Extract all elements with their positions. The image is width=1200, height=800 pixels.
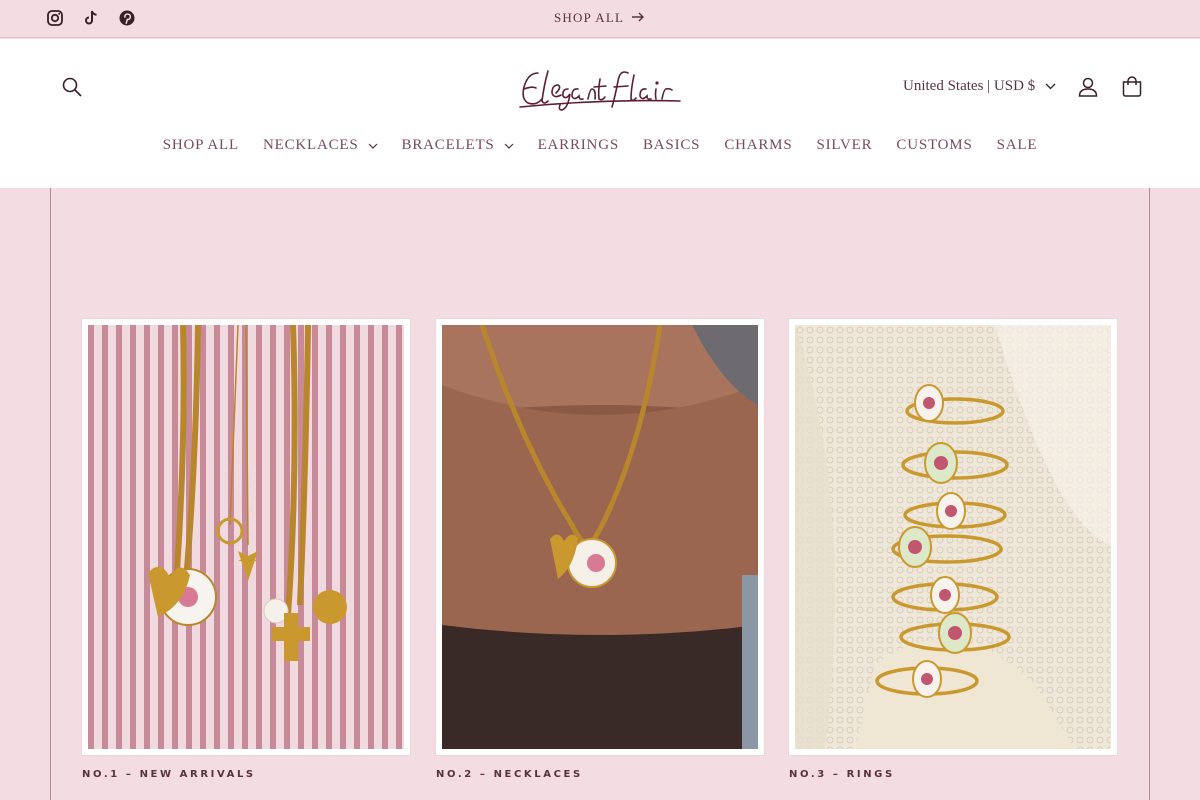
social-links bbox=[46, 9, 136, 27]
brand-logo[interactable] bbox=[510, 63, 690, 115]
collection-card-rings[interactable]: NO.3 – RINGS bbox=[789, 319, 1117, 780]
account-icon[interactable] bbox=[1076, 75, 1100, 99]
collection-card-new-arrivals[interactable]: NO.1 – NEW ARRIVALS bbox=[82, 319, 410, 780]
nav-item-label: BASICS bbox=[642, 137, 701, 153]
nav-item-label: BRACELETS bbox=[401, 137, 495, 153]
nav-item-label: CUSTOMS bbox=[896, 137, 973, 153]
rings-image bbox=[795, 325, 1111, 749]
nav-item-label: CHARMS bbox=[724, 137, 793, 153]
nav-item-label: SALE bbox=[996, 137, 1038, 153]
collection-image-frame bbox=[789, 319, 1117, 755]
nav-item-necklaces[interactable]: NECKLACES bbox=[263, 137, 378, 154]
collection-caption: NO.2 – NECKLACES bbox=[436, 769, 583, 780]
site-header: United States | USD $ SHOP ALL NECKLACES… bbox=[0, 39, 1200, 188]
nav-item-label: NECKLACES bbox=[262, 137, 359, 153]
nav-item-earrings[interactable]: EARRINGS bbox=[538, 137, 619, 154]
arrow-right-icon bbox=[632, 10, 645, 26]
announcement-shop-all-link[interactable]: SHOP ALL bbox=[554, 10, 645, 26]
collection-caption: NO.1 – NEW ARRIVALS bbox=[82, 769, 256, 780]
chevron-down-icon bbox=[1045, 78, 1056, 95]
nav-item-customs[interactable]: CUSTOMS bbox=[896, 137, 972, 154]
country-currency-selector[interactable]: United States | USD $ bbox=[903, 78, 1056, 95]
nav-item-sale[interactable]: SALE bbox=[997, 137, 1038, 154]
collection-image-frame bbox=[82, 319, 410, 755]
tiktok-icon[interactable] bbox=[82, 9, 100, 27]
new-arrivals-image bbox=[88, 324, 404, 749]
search-icon[interactable] bbox=[60, 75, 84, 99]
announcement-link-label: SHOP ALL bbox=[554, 10, 625, 25]
chevron-down-icon bbox=[504, 143, 513, 149]
nav-item-charms[interactable]: CHARMS bbox=[724, 137, 792, 154]
nav-item-shop-all[interactable]: SHOP ALL bbox=[163, 137, 239, 154]
nav-item-silver[interactable]: SILVER bbox=[816, 137, 872, 154]
nav-item-bracelets[interactable]: BRACELETS bbox=[402, 137, 514, 154]
collection-image-frame bbox=[436, 319, 764, 755]
country-currency-label: United States | USD $ bbox=[903, 78, 1036, 94]
nav-item-label: SILVER bbox=[816, 137, 873, 153]
pinterest-icon[interactable] bbox=[118, 9, 136, 27]
chevron-down-icon bbox=[368, 143, 377, 149]
collection-caption: NO.3 – RINGS bbox=[789, 769, 895, 780]
cart-icon[interactable] bbox=[1120, 75, 1144, 99]
collection-card-necklaces[interactable]: NO.2 – NECKLACES bbox=[436, 319, 764, 780]
collections-section: NO.1 – NEW ARRIVALS NO.2 – NECKLACES NO.… bbox=[0, 188, 1200, 800]
necklaces-image bbox=[442, 324, 758, 749]
main-navigation: SHOP ALL NECKLACES BRACELETS EARRINGS BA… bbox=[0, 137, 1200, 154]
instagram-icon[interactable] bbox=[46, 9, 64, 27]
nav-item-label: EARRINGS bbox=[537, 137, 619, 153]
announcement-bar: SHOP ALL bbox=[0, 0, 1200, 38]
nav-item-label: SHOP ALL bbox=[162, 137, 239, 153]
nav-item-basics[interactable]: BASICS bbox=[643, 137, 700, 154]
